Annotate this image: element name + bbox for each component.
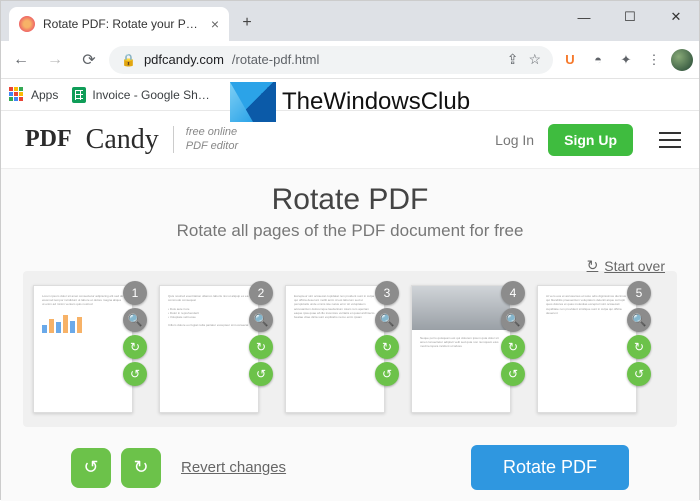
page-preview: Quis nostrud exercitation ullamco labori… — [159, 285, 259, 413]
rotate-cw-button[interactable]: ↻ — [249, 335, 273, 359]
back-button[interactable]: ← — [7, 46, 35, 74]
bookmark-invoice[interactable]: Invoice - Google Sh… — [72, 87, 209, 103]
profile-avatar[interactable] — [671, 49, 693, 71]
page-title: Rotate PDF — [23, 183, 677, 217]
extension-u-icon[interactable]: U — [559, 49, 581, 71]
rotate-ccw-button[interactable]: ↺ — [627, 362, 651, 386]
bookmark-apps[interactable]: Apps — [9, 87, 58, 103]
bookmark-invoice-label: Invoice - Google Sh… — [92, 88, 209, 102]
page-number-badge: 3 — [375, 281, 399, 305]
browser-tab[interactable]: Rotate PDF: Rotate your PDF doc… × — [9, 7, 229, 41]
tab-favicon — [19, 16, 35, 32]
extension-shield-icon[interactable]: ◓ — [587, 49, 609, 71]
rotate-ccw-button[interactable]: ↺ — [375, 362, 399, 386]
page-number-badge: 4 — [501, 281, 525, 305]
tagline-line1: free online — [186, 126, 238, 139]
page-thumbnail[interactable]: Excepteur sint occaecat cupidatat non pr… — [285, 285, 395, 413]
page-thumbnail[interactable]: Quis nostrud exercitation ullamco labori… — [159, 285, 269, 413]
window-titlebar: Rotate PDF: Rotate your PDF doc… × + — ☐… — [1, 1, 699, 41]
bookmark-star-icon[interactable]: ☆ — [528, 51, 541, 68]
logo-pdf[interactable]: PDF — [25, 126, 72, 153]
action-bar: ↺ ↻ Revert changes Rotate PDF — [23, 427, 677, 490]
page-preview: Neque porro quisquam est qui dolorem ips… — [411, 285, 511, 413]
page-content: Rotate PDF Rotate all pages of the PDF d… — [1, 169, 699, 501]
rotate-cw-button[interactable]: ↻ — [375, 335, 399, 359]
bookmarks-bar: Apps Invoice - Google Sh… — [1, 79, 699, 111]
url-path: /rotate-pdf.html — [232, 52, 319, 67]
reload-button[interactable]: ⟳ — [75, 46, 103, 74]
page-preview: Lorem ipsum dolor sit amet consectetur a… — [33, 285, 133, 413]
window-controls: — ☐ ✕ — [561, 1, 699, 33]
share-icon[interactable]: ⇪ — [507, 51, 519, 68]
address-bar[interactable]: 🔒 pdfcandy.com/rotate-pdf.html ⇪ ☆ — [109, 46, 553, 74]
new-tab-button[interactable]: + — [233, 9, 261, 37]
rotate-ccw-button[interactable]: ↺ — [249, 362, 273, 386]
page-thumbnail[interactable]: Neque porro quisquam est qui dolorem ips… — [411, 285, 521, 413]
zoom-icon[interactable]: 🔍 — [123, 308, 147, 332]
zoom-icon[interactable]: 🔍 — [627, 308, 651, 332]
url-host: pdfcandy.com — [144, 52, 224, 67]
browser-menu-icon[interactable]: ⋮ — [643, 49, 665, 71]
signup-button[interactable]: Sign Up — [548, 124, 633, 156]
sheets-icon — [72, 87, 86, 103]
extensions-puzzle-icon[interactable]: ✦ — [615, 49, 637, 71]
rotate-all-ccw-button[interactable]: ↺ — [71, 448, 111, 488]
lock-icon: 🔒 — [121, 53, 136, 67]
start-over-link[interactable]: ↻ Start over — [587, 257, 665, 274]
page-number-badge: 5 — [627, 281, 651, 305]
logo-candy[interactable]: Candy — [86, 124, 159, 156]
maximize-button[interactable]: ☐ — [607, 1, 653, 33]
minimize-button[interactable]: — — [561, 1, 607, 33]
apps-grid-icon — [9, 87, 25, 103]
close-icon[interactable]: × — [211, 16, 219, 32]
rotate-ccw-button[interactable]: ↺ — [501, 362, 525, 386]
refresh-icon: ↻ — [587, 257, 599, 274]
rotate-cw-button[interactable]: ↻ — [501, 335, 525, 359]
rotate-cw-button[interactable]: ↻ — [123, 335, 147, 359]
forward-button[interactable]: → — [41, 46, 69, 74]
page-number-badge: 2 — [249, 281, 273, 305]
zoom-icon[interactable]: 🔍 — [501, 308, 525, 332]
revert-changes-link[interactable]: Revert changes — [181, 459, 286, 476]
rotate-cw-button[interactable]: ↻ — [627, 335, 651, 359]
close-window-button[interactable]: ✕ — [653, 1, 699, 33]
rotate-ccw-button[interactable]: ↺ — [123, 362, 147, 386]
rotate-all-cw-button[interactable]: ↻ — [121, 448, 161, 488]
page-thumbnail[interactable]: At vero eos et accusamus et iusto odio d… — [537, 285, 647, 413]
page-preview: Excepteur sint occaecat cupidatat non pr… — [285, 285, 385, 413]
logo-tagline: free online PDF editor — [173, 126, 238, 152]
site-header: PDF Candy free online PDF editor Log In S… — [1, 111, 699, 169]
start-over-label: Start over — [604, 258, 665, 274]
zoom-icon[interactable]: 🔍 — [249, 308, 273, 332]
browser-toolbar: ← → ⟳ 🔒 pdfcandy.com/rotate-pdf.html ⇪ ☆… — [1, 41, 699, 79]
tab-title: Rotate PDF: Rotate your PDF doc… — [43, 17, 203, 31]
login-link[interactable]: Log In — [495, 132, 534, 148]
rotate-pdf-button[interactable]: Rotate PDF — [471, 445, 629, 490]
page-preview: At vero eos et accusamus et iusto odio d… — [537, 285, 637, 413]
page-subtitle: Rotate all pages of the PDF document for… — [23, 221, 677, 241]
menu-burger-icon[interactable] — [659, 132, 681, 148]
page-thumbnails-row: Lorem ipsum dolor sit amet consectetur a… — [23, 271, 677, 427]
tagline-line2: PDF editor — [186, 140, 238, 153]
zoom-icon[interactable]: 🔍 — [375, 308, 399, 332]
bookmark-apps-label: Apps — [31, 88, 58, 102]
page-number-badge: 1 — [123, 281, 147, 305]
page-thumbnail[interactable]: Lorem ipsum dolor sit amet consectetur a… — [33, 285, 143, 413]
